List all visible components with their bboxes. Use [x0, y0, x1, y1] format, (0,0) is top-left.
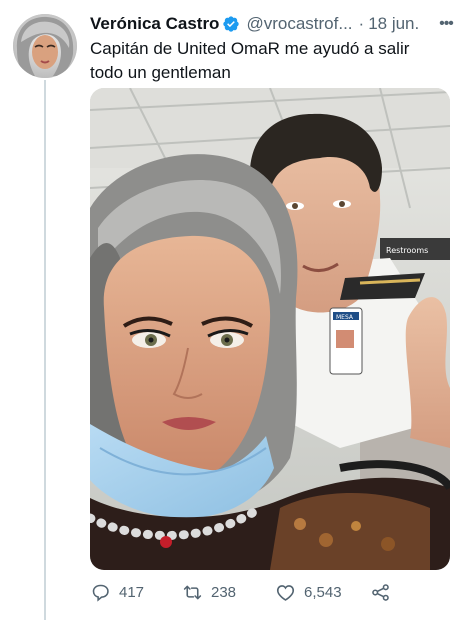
like-icon — [276, 584, 295, 601]
like-button[interactable]: 6,543 — [275, 582, 370, 603]
tweet-card[interactable]: Verónica Castro @vrocastrof... · 18 jun.… — [0, 0, 464, 620]
tweet-text-line-2: todo un gentleman — [90, 63, 231, 82]
share-icon — [372, 583, 389, 601]
share-button[interactable] — [370, 582, 400, 603]
reply-icon — [92, 584, 109, 602]
like-count: 6,543 — [304, 583, 342, 601]
more-options-icon[interactable]: ••• — [436, 14, 456, 34]
restrooms-sign-text: Restrooms — [386, 246, 428, 255]
retweet-button[interactable]: 238 — [182, 582, 275, 603]
tweet-date[interactable]: 18 jun. — [368, 14, 419, 34]
tweet-photo[interactable]: Restrooms MESA — [90, 88, 450, 570]
display-name[interactable]: Verónica Castro — [90, 14, 219, 34]
retweet-count: 238 — [211, 583, 237, 601]
verified-badge-icon — [222, 15, 240, 33]
badge-text: MESA — [336, 314, 354, 321]
tweet-text: Capitán de United OmaR me ayudó a salir … — [90, 37, 454, 85]
tweet-text-line-1: Capitán de United OmaR me ayudó a salir — [90, 39, 410, 58]
selfie-photo: Restrooms MESA — [90, 88, 450, 570]
avatar-image — [13, 14, 77, 78]
user-handle[interactable]: @vrocastrof... — [246, 14, 352, 34]
reply-button[interactable]: 417 — [90, 582, 182, 603]
avatar[interactable] — [13, 14, 77, 78]
thread-line — [44, 80, 46, 620]
tweet-header: Verónica Castro @vrocastrof... · 18 jun.… — [90, 12, 456, 36]
separator-dot: · — [358, 14, 365, 33]
reply-count: 417 — [119, 583, 145, 601]
tweet-actions: 417 238 6,543 — [90, 578, 420, 606]
retweet-icon — [183, 585, 202, 599]
